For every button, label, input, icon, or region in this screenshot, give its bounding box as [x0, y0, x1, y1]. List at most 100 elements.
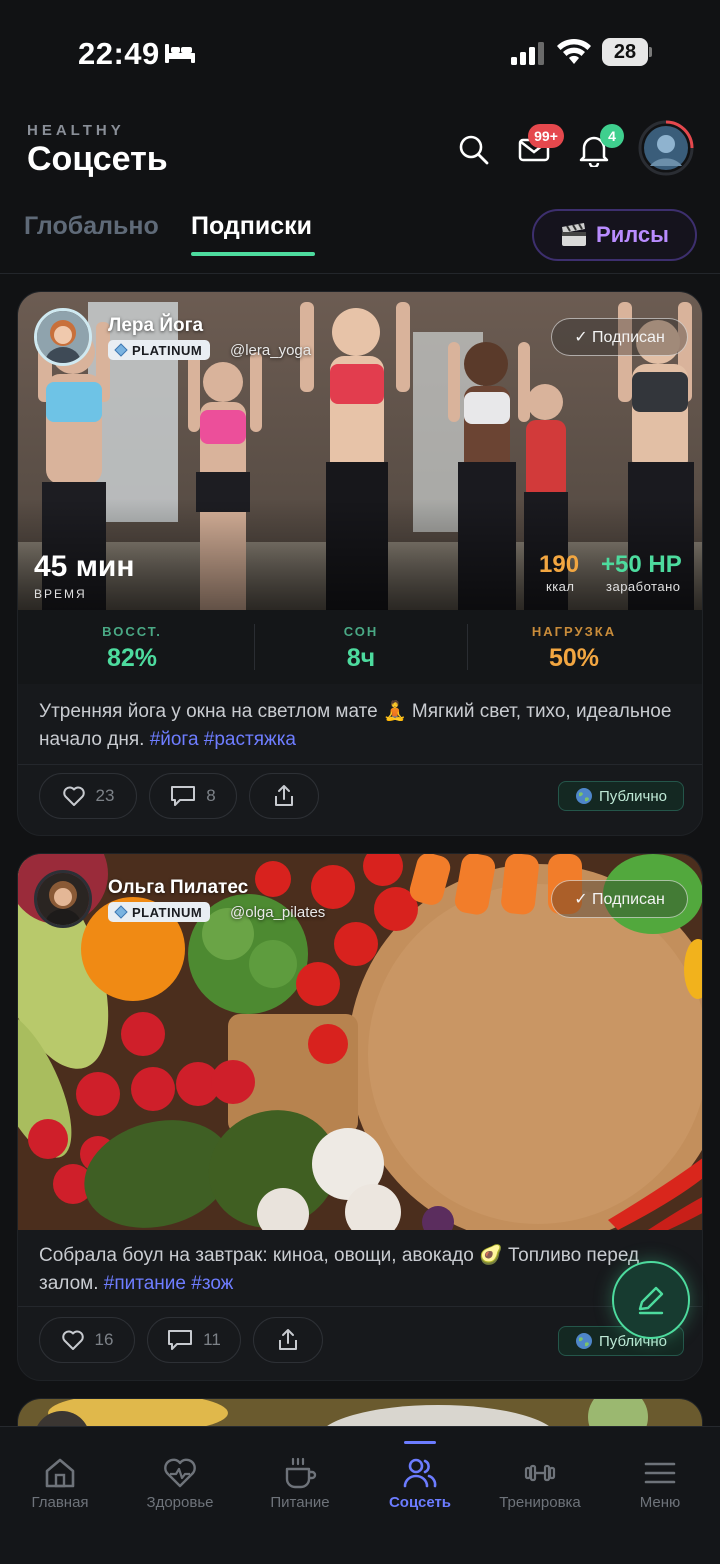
author-avatar[interactable] — [34, 308, 92, 366]
search-button[interactable] — [452, 128, 496, 172]
author-handle[interactable]: @olga_pilates — [230, 904, 325, 921]
nav-item-workout[interactable]: Тренировка — [480, 1427, 600, 1527]
reels-label: Рилсы — [596, 222, 669, 247]
hp-label: заработано — [606, 579, 681, 594]
comment-icon — [168, 1330, 193, 1350]
like-button[interactable]: 23 — [39, 773, 137, 819]
wifi-icon — [557, 38, 591, 64]
page-title: Соцсеть — [27, 140, 168, 178]
post-card: Ольга Пилатес PLATINUM @olga_pilates ✓ П… — [17, 853, 703, 1381]
tier-badge: PLATINUM — [108, 902, 211, 922]
share-button[interactable] — [253, 1317, 323, 1363]
share-icon — [275, 785, 293, 806]
caption-hashtags[interactable]: #йога #растяжка — [150, 729, 296, 750]
like-count: 23 — [95, 786, 115, 805]
profile-avatar[interactable] — [638, 120, 694, 176]
tier-label: PLATINUM — [132, 342, 203, 358]
reels-button[interactable]: Рилсы — [532, 209, 697, 261]
share-button[interactable] — [249, 773, 319, 819]
globe-icon — [576, 1333, 593, 1349]
kcal-value: 190 — [539, 551, 580, 578]
nav-item-menu[interactable]: Меню — [600, 1427, 720, 1527]
nav-label: Тренировка — [499, 1494, 581, 1511]
battery-level: 28 — [613, 41, 637, 63]
visibility-label: Публично — [599, 787, 667, 805]
share-icon — [279, 1329, 297, 1350]
nav-item-nutrition[interactable]: Питание — [240, 1427, 360, 1527]
author-handle[interactable]: @lera_yoga — [230, 342, 311, 359]
nav-label: Меню — [639, 1494, 681, 1511]
messages-badge: 99+ — [528, 124, 564, 148]
comment-button[interactable]: 11 — [147, 1317, 241, 1363]
author-photo — [37, 311, 89, 363]
users-icon — [403, 1458, 437, 1488]
tab-global[interactable]: Глобально — [24, 212, 159, 241]
metric-value: 82% — [106, 644, 158, 672]
cup-icon — [285, 1457, 317, 1489]
notifications-badge: 4 — [600, 124, 624, 148]
search-icon — [459, 135, 489, 165]
clapperboard-icon — [562, 223, 587, 246]
duration-label: ВРЕМЯ — [34, 587, 87, 601]
author-name[interactable]: Лера Йога — [108, 315, 203, 337]
status-time: 22:49 — [78, 36, 160, 71]
caption-hashtags[interactable]: #питание #зож — [104, 1273, 234, 1294]
post-caption: Собрала боул на завтрак: киноа, овощи, а… — [39, 1242, 679, 1298]
compose-post-button[interactable] — [612, 1261, 690, 1339]
post-metrics: ВОССТ. 82% СОН 8ч НАГРУЗКА 50% — [18, 610, 702, 684]
bottom-navigation: Главная Здоровье Питание Соцсеть Трениро… — [0, 1426, 720, 1564]
signal-icon — [511, 42, 544, 65]
hp-value: +50 HP — [601, 551, 682, 578]
diamond-icon — [114, 905, 128, 919]
actions-divider — [18, 1306, 702, 1307]
author-name[interactable]: Ольга Пилатес — [108, 877, 248, 899]
header-divider — [0, 273, 720, 274]
nav-item-social[interactable]: Соцсеть — [360, 1427, 480, 1527]
pencil-icon — [638, 1286, 664, 1315]
comment-icon — [171, 786, 196, 806]
diamond-icon — [114, 343, 128, 357]
tab-active-indicator — [191, 252, 315, 256]
nav-item-home[interactable]: Главная — [0, 1427, 120, 1527]
metric-load: НАГРУЗКА 50% — [460, 610, 688, 684]
tier-label: PLATINUM — [132, 904, 203, 920]
dumbbell-icon — [524, 1464, 556, 1482]
heart-pulse-icon — [164, 1458, 196, 1488]
post-caption: Утренняя йога у окна на светлом мате 🧘 М… — [39, 698, 679, 754]
author-photo — [37, 873, 89, 925]
menu-icon — [644, 1462, 676, 1484]
duration-value: 45 мин — [34, 550, 135, 583]
heart-icon — [61, 1330, 84, 1350]
author-avatar[interactable] — [34, 870, 92, 928]
like-count: 16 — [94, 1330, 114, 1349]
comment-count: 11 — [203, 1330, 221, 1349]
battery-indicator: 28 — [602, 38, 652, 66]
metric-sleep: СОН 8ч — [247, 610, 475, 684]
metric-recovery: ВОССТ. 82% — [18, 610, 246, 684]
globe-icon — [576, 788, 593, 804]
home-icon — [45, 1458, 75, 1488]
metric-label: НАГРУЗКА — [531, 624, 617, 639]
heart-icon — [62, 786, 85, 806]
following-button[interactable]: ✓ Подписан — [551, 318, 688, 356]
kcal-label: ккал — [546, 579, 575, 594]
comment-count: 8 — [206, 786, 216, 805]
comment-button[interactable]: 8 — [149, 773, 237, 819]
metric-value: 8ч — [346, 644, 376, 672]
bed-icon — [165, 44, 195, 63]
metric-label: ВОССТ. — [102, 624, 162, 639]
metric-value: 50% — [548, 644, 600, 672]
brand-label: HEALTHY — [27, 122, 125, 139]
status-bar: 22:49 28 — [0, 0, 720, 100]
nav-label: Главная — [31, 1494, 89, 1511]
tier-badge: PLATINUM — [108, 340, 211, 360]
caption-text: Утренняя йога у окна на светлом мате 🧘 М… — [39, 701, 672, 750]
avatar-progress-ring — [638, 120, 694, 176]
nav-label: Соцсеть — [388, 1494, 452, 1511]
following-button[interactable]: ✓ Подписан — [551, 880, 688, 918]
tab-subscriptions[interactable]: Подписки — [191, 212, 312, 241]
visibility-badge: Публично — [558, 781, 684, 811]
nav-item-health[interactable]: Здоровье — [120, 1427, 240, 1527]
nav-label: Питание — [270, 1494, 330, 1511]
like-button[interactable]: 16 — [39, 1317, 135, 1363]
